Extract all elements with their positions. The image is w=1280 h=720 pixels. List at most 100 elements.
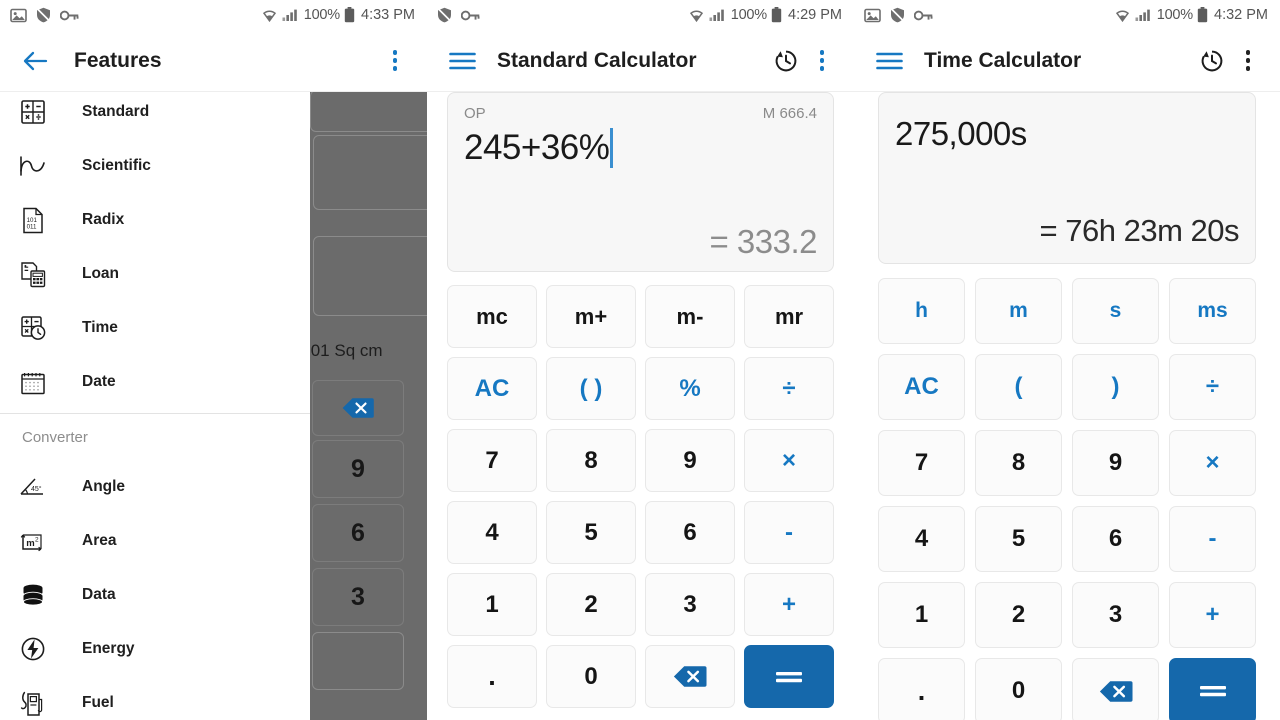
key-equals[interactable] xyxy=(744,645,834,708)
key-paren-close[interactable]: ) xyxy=(1072,354,1159,420)
drawer-item-scientific[interactable]: Scientific xyxy=(0,139,310,193)
bg-key-blank[interactable] xyxy=(312,632,404,690)
key-parentheses[interactable]: ( ) xyxy=(546,357,636,420)
key-ac[interactable]: AC xyxy=(878,354,965,420)
signal-icon xyxy=(1135,8,1153,22)
drawer-item-data[interactable]: Data xyxy=(0,568,310,622)
drawer-item-energy[interactable]: Energy xyxy=(0,622,310,676)
key-1[interactable]: 1 xyxy=(878,582,965,648)
key-decimal[interactable]: . xyxy=(878,658,965,720)
key-2[interactable]: 2 xyxy=(975,582,1062,648)
overflow-menu-button[interactable] xyxy=(1230,43,1266,79)
drawer-item-label: Time xyxy=(82,319,118,336)
calculator-display[interactable]: OP M 666.4 245+36% = 333.2 xyxy=(447,92,834,272)
key-minus[interactable]: - xyxy=(744,501,834,564)
key-label: 4 xyxy=(485,518,499,546)
key-h[interactable]: h xyxy=(878,278,965,344)
drawer-item-date[interactable]: Date xyxy=(0,355,310,409)
bg-key-9[interactable]: 9 xyxy=(312,440,404,498)
overflow-menu-button[interactable] xyxy=(377,43,413,79)
key-m[interactable]: m xyxy=(975,278,1062,344)
key-paren-open[interactable]: ( xyxy=(975,354,1062,420)
key-0[interactable]: 0 xyxy=(975,658,1062,720)
bg-field-2 xyxy=(313,236,427,316)
key-5[interactable]: 5 xyxy=(975,506,1062,572)
key-label: . xyxy=(917,675,926,706)
key-backspace[interactable] xyxy=(1072,658,1159,720)
history-button[interactable] xyxy=(1194,43,1230,79)
key-decimal[interactable]: . xyxy=(447,645,537,708)
key-label: - xyxy=(785,518,793,546)
overflow-menu-button[interactable] xyxy=(804,43,840,79)
key-plus[interactable]: + xyxy=(744,573,834,636)
key-percent[interactable]: % xyxy=(645,357,735,420)
key-1[interactable]: 1 xyxy=(447,573,537,636)
history-clock-icon xyxy=(773,48,799,74)
key-minus[interactable]: - xyxy=(1169,506,1256,572)
key-6[interactable]: 6 xyxy=(1072,506,1159,572)
key-mc[interactable]: mc xyxy=(447,285,537,348)
drawer-item-fuel[interactable]: Fuel xyxy=(0,676,310,720)
key-multiply[interactable]: × xyxy=(744,429,834,492)
expression-text: 275,000s xyxy=(895,115,1027,152)
drawer-item-area[interactable]: m2 Area xyxy=(0,514,310,568)
key-2[interactable]: 2 xyxy=(546,573,636,636)
equals-icon xyxy=(1198,683,1228,699)
key-label: AC xyxy=(904,373,939,400)
hamburger-menu-icon[interactable] xyxy=(872,44,906,78)
expression-row: 275,000s xyxy=(895,115,1239,153)
bg-key-3[interactable]: 3 xyxy=(312,568,404,626)
history-button[interactable] xyxy=(768,43,804,79)
key-0[interactable]: 0 xyxy=(546,645,636,708)
image-icon xyxy=(864,8,881,23)
key-mr[interactable]: mr xyxy=(744,285,834,348)
back-arrow-icon[interactable] xyxy=(18,44,52,78)
key-label: m- xyxy=(676,303,704,329)
keypad-panel2: mc m+ m-mr AC ( )% ÷ 7 8 9 × 4 5 6 - 1 2 3 +. 0 xyxy=(447,285,834,708)
battery-icon xyxy=(1197,7,1208,23)
key-3[interactable]: 3 xyxy=(645,573,735,636)
key-7[interactable]: 7 xyxy=(878,430,965,496)
key-7[interactable]: 7 xyxy=(447,429,537,492)
key-9[interactable]: 9 xyxy=(645,429,735,492)
key-9[interactable]: 9 xyxy=(1072,430,1159,496)
key-4[interactable]: 4 xyxy=(878,506,965,572)
calculator-display[interactable]: 275,000s = 76h 23m 20s xyxy=(878,92,1256,264)
key-ac[interactable]: AC xyxy=(447,357,537,420)
key-5[interactable]: 5 xyxy=(546,501,636,564)
key-plus[interactable]: + xyxy=(1169,582,1256,648)
key-divide[interactable]: ÷ xyxy=(1169,354,1256,420)
key-icon xyxy=(461,9,480,22)
bg-key-6[interactable]: 6 xyxy=(312,504,404,562)
key-m-[interactable]: m- xyxy=(645,285,735,348)
key-divide[interactable]: ÷ xyxy=(744,357,834,420)
key-3[interactable]: 3 xyxy=(1072,582,1159,648)
drawer-item-label: Energy xyxy=(82,640,135,657)
key-multiply[interactable]: × xyxy=(1169,430,1256,496)
key-ms[interactable]: ms xyxy=(1169,278,1256,344)
drawer-item-standard[interactable]: Standard xyxy=(0,85,310,139)
key-label: 6 xyxy=(683,518,697,546)
drawer-item-angle[interactable]: 45° Angle xyxy=(0,460,310,514)
key-equals[interactable] xyxy=(1169,658,1256,720)
key-m-[interactable]: m+ xyxy=(546,285,636,348)
key-label: 7 xyxy=(914,449,929,476)
key-8[interactable]: 8 xyxy=(546,429,636,492)
text-cursor xyxy=(610,128,613,168)
key-label: 3 xyxy=(683,590,697,618)
key-s[interactable]: s xyxy=(1072,278,1159,344)
key-6[interactable]: 6 xyxy=(645,501,735,564)
shield-icon xyxy=(890,7,905,23)
drawer-section-header: Converter xyxy=(22,428,88,446)
key-8[interactable]: 8 xyxy=(975,430,1062,496)
bg-key-backspace[interactable] xyxy=(312,380,404,436)
key-4[interactable]: 4 xyxy=(447,501,537,564)
key-label: 6 xyxy=(1108,525,1123,552)
key-label: 8 xyxy=(1011,449,1026,476)
drawer-item-time[interactable]: Time xyxy=(0,301,310,355)
key-backspace[interactable] xyxy=(645,645,735,708)
drawer-item-loan[interactable]: Loan xyxy=(0,247,310,301)
drawer-item-radix[interactable]: 101 011 Radix xyxy=(0,193,310,247)
hamburger-menu-icon[interactable] xyxy=(445,44,479,78)
key-label: s xyxy=(1109,299,1122,322)
